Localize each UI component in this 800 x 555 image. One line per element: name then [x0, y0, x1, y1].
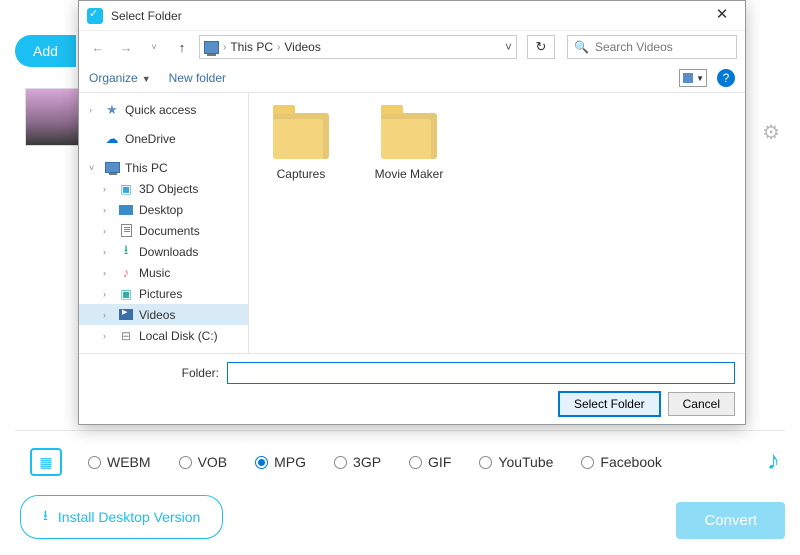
- breadcrumb[interactable]: › This PC › Videos ˅: [199, 35, 517, 59]
- chevron-down-icon[interactable]: ˅: [505, 40, 512, 54]
- nav-tree: ›★Quick access ☁OneDrive ˅This PC ›▣3D O…: [79, 93, 249, 353]
- format-facebook[interactable]: Facebook: [581, 454, 661, 470]
- toolbar: Organize▼ New folder ▼ ?: [79, 63, 745, 93]
- tree-music[interactable]: ›♪Music: [79, 262, 248, 283]
- folder-content[interactable]: Captures Movie Maker: [249, 93, 745, 353]
- divider: [15, 430, 785, 431]
- folder-label: Movie Maker: [369, 167, 449, 181]
- format-webm[interactable]: WEBM: [88, 454, 151, 470]
- format-3gp[interactable]: 3GP: [334, 454, 381, 470]
- format-row: ▦ WEBM VOB MPG 3GP GIF YouTube Facebook: [30, 448, 785, 476]
- folder-icon: [273, 113, 329, 159]
- format-vob[interactable]: VOB: [179, 454, 228, 470]
- search-input[interactable]: 🔍 Search Videos: [567, 35, 737, 59]
- format-label: GIF: [428, 454, 451, 470]
- up-icon[interactable]: ↑: [171, 36, 193, 58]
- format-label: VOB: [198, 454, 228, 470]
- pc-icon: [204, 41, 219, 54]
- folder-label: Captures: [261, 167, 341, 181]
- tree-this-pc[interactable]: ˅This PC: [79, 157, 248, 178]
- new-folder-button[interactable]: New folder: [169, 71, 226, 85]
- install-desktop-button[interactable]: ⭳ Install Desktop Version: [20, 495, 223, 539]
- dialog-title: Select Folder: [111, 9, 707, 23]
- app-logo-icon: [87, 8, 103, 24]
- crumb-videos[interactable]: Videos: [284, 40, 320, 54]
- format-label: 3GP: [353, 454, 381, 470]
- format-mpg[interactable]: MPG: [255, 454, 306, 470]
- music-icon[interactable]: ♪: [767, 445, 780, 476]
- folder-field-label: Folder:: [89, 366, 219, 380]
- folder-captures[interactable]: Captures: [261, 113, 341, 181]
- tree-onedrive[interactable]: ☁OneDrive: [79, 128, 248, 149]
- tree-downloads[interactable]: ›⭳Downloads: [79, 241, 248, 262]
- search-icon: 🔍: [574, 40, 589, 54]
- help-icon[interactable]: ?: [717, 69, 735, 87]
- titlebar: Select Folder ✕: [79, 1, 745, 31]
- format-gif[interactable]: GIF: [409, 454, 451, 470]
- tree-local-disk[interactable]: ›⊟Local Disk (C:): [79, 325, 248, 346]
- tree-documents[interactable]: ›Documents: [79, 220, 248, 241]
- chevron-right-icon: ›: [277, 42, 280, 53]
- format-label: MPG: [274, 454, 306, 470]
- format-youtube[interactable]: YouTube: [479, 454, 553, 470]
- select-folder-button[interactable]: Select Folder: [559, 392, 660, 416]
- install-label: Install Desktop Version: [58, 509, 200, 525]
- film-icon[interactable]: ▦: [30, 448, 62, 476]
- tree-videos[interactable]: ›Videos: [79, 304, 248, 325]
- recent-icon[interactable]: ˅: [143, 36, 165, 58]
- view-mode-button[interactable]: ▼: [679, 69, 707, 87]
- folder-movie-maker[interactable]: Movie Maker: [369, 113, 449, 181]
- tree-desktop[interactable]: ›Desktop: [79, 199, 248, 220]
- refresh-icon[interactable]: ↻: [527, 35, 555, 59]
- tree-pictures[interactable]: ›▣Pictures: [79, 283, 248, 304]
- back-icon[interactable]: ←: [87, 36, 109, 58]
- select-folder-dialog: Select Folder ✕ ← → ˅ ↑ › This PC › Vide…: [78, 0, 746, 425]
- convert-button[interactable]: Convert: [676, 502, 785, 539]
- chevron-right-icon: ›: [223, 42, 226, 53]
- forward-icon: →: [115, 36, 137, 58]
- navbar: ← → ˅ ↑ › This PC › Videos ˅ ↻ 🔍 Search …: [79, 31, 745, 63]
- format-label: WEBM: [107, 454, 151, 470]
- format-label: YouTube: [498, 454, 553, 470]
- dialog-body: ›★Quick access ☁OneDrive ˅This PC ›▣3D O…: [79, 93, 745, 353]
- crumb-thispc[interactable]: This PC: [230, 40, 273, 54]
- tree-quick-access[interactable]: ›★Quick access: [79, 99, 248, 120]
- format-label: Facebook: [600, 454, 661, 470]
- close-icon[interactable]: ✕: [707, 2, 737, 30]
- folder-icon: [381, 113, 437, 159]
- search-placeholder: Search Videos: [595, 40, 673, 54]
- folder-name-input[interactable]: [227, 362, 735, 384]
- add-button[interactable]: Add: [15, 35, 76, 67]
- dialog-footer: Folder: Select Folder Cancel: [79, 353, 745, 424]
- tree-3d-objects[interactable]: ›▣3D Objects: [79, 178, 248, 199]
- cancel-button[interactable]: Cancel: [668, 392, 735, 416]
- download-icon: ⭳: [43, 505, 48, 529]
- settings-icon[interactable]: ⚙: [762, 120, 780, 145]
- organize-menu[interactable]: Organize▼: [89, 71, 151, 85]
